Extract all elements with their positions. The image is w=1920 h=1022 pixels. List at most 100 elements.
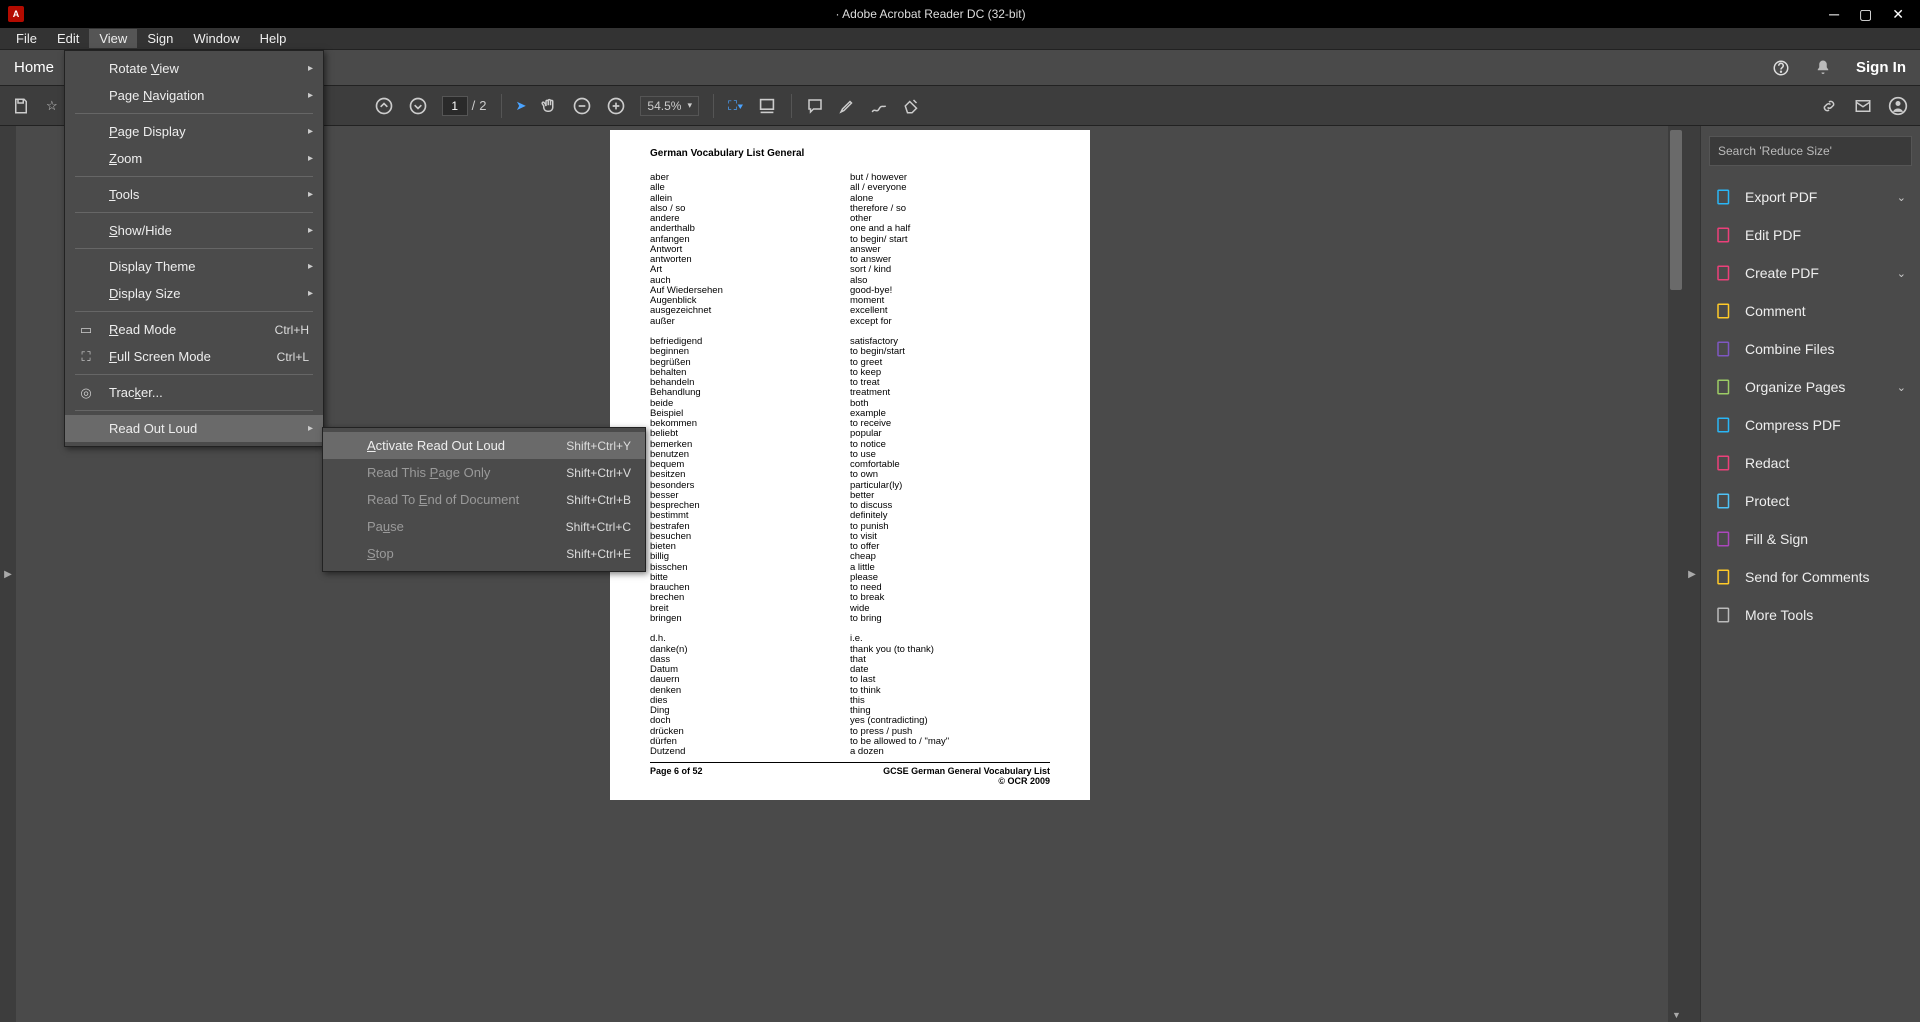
page-up-icon[interactable]	[374, 96, 394, 116]
menu-sign[interactable]: Sign	[137, 29, 183, 48]
page-total: 2	[479, 98, 486, 113]
submenu-to-end[interactable]: Read To End of DocumentShift+Ctrl+B	[323, 486, 645, 513]
rpanel-item[interactable]: Create PDF⌄	[1709, 254, 1912, 292]
vertical-scrollbar[interactable]: ▲ ▼	[1668, 126, 1684, 1022]
vocab-term: to offer	[850, 542, 1050, 552]
chevron-right-icon: ▶	[4, 569, 12, 580]
rpanel-item[interactable]: Combine Files	[1709, 330, 1912, 368]
page-sep: /	[472, 98, 476, 113]
rpanel-item[interactable]: Compress PDF	[1709, 406, 1912, 444]
vocab-term: Behandlung	[650, 388, 850, 398]
rpanel-item-label: Export PDF	[1745, 189, 1817, 205]
help-icon[interactable]	[1772, 59, 1790, 77]
left-pane-toggle[interactable]: ▶	[0, 126, 16, 1022]
menu-window[interactable]: Window	[183, 29, 249, 48]
separator	[791, 94, 792, 118]
rpanel-item[interactable]: Edit PDF	[1709, 216, 1912, 254]
vocab-term: particular(ly)	[850, 481, 1050, 491]
menu-view[interactable]: View	[89, 29, 137, 48]
vocab-term: to begin/start	[850, 347, 1050, 357]
tool-icon	[1715, 454, 1733, 472]
menu-display-theme[interactable]: Display Theme▸	[65, 253, 323, 280]
menu-display-size[interactable]: Display Size▸	[65, 280, 323, 307]
page-down-icon[interactable]	[408, 96, 428, 116]
vocab-term: to punish	[850, 522, 1050, 532]
right-pane-toggle[interactable]: ▶	[1684, 126, 1700, 1022]
hand-icon[interactable]	[540, 97, 558, 115]
vocab-term: cheap	[850, 552, 1050, 562]
fit-width-icon[interactable]: ⛶▾	[728, 98, 743, 114]
account-icon[interactable]	[1888, 96, 1908, 116]
rpanel-item[interactable]: Protect	[1709, 482, 1912, 520]
rpanel-item[interactable]: Redact	[1709, 444, 1912, 482]
draw-icon[interactable]	[870, 97, 888, 115]
doc-heading: German Vocabulary List General	[650, 148, 1050, 159]
menu-rotate-view[interactable]: Rotate View▸	[65, 55, 323, 82]
submenu-this-page[interactable]: Read This Page OnlyShift+Ctrl+V	[323, 459, 645, 486]
zoom-in-icon[interactable]	[606, 96, 626, 116]
rpanel-item-label: Redact	[1745, 455, 1789, 471]
vocab-term: bisschen	[650, 563, 850, 573]
vocab-term: to think	[850, 686, 1050, 696]
sign-in-button[interactable]: Sign In	[1856, 59, 1906, 76]
vocab-term: besuchen	[650, 532, 850, 542]
vocab-term: yes (contradicting)	[850, 716, 1050, 726]
vocab-term: bieten	[650, 542, 850, 552]
page-current-input[interactable]	[442, 96, 468, 116]
page-footer: Page 6 of 52 GCSE German General Vocabul…	[650, 762, 1050, 786]
vocab-term: to bring	[850, 614, 1050, 624]
link-icon[interactable]	[1820, 97, 1838, 115]
bell-icon[interactable]	[1814, 59, 1832, 77]
highlight-icon[interactable]	[838, 97, 856, 115]
erase-icon[interactable]	[902, 97, 922, 115]
menu-tracker[interactable]: ◎Tracker...	[65, 379, 323, 406]
vocab-term: drücken	[650, 727, 850, 737]
tool-icon	[1715, 340, 1733, 358]
fit-page-icon[interactable]	[757, 98, 777, 114]
menu-help[interactable]: Help	[250, 29, 297, 48]
menu-show-hide[interactable]: Show/Hide▸	[65, 217, 323, 244]
rpanel-item[interactable]: More Tools	[1709, 596, 1912, 634]
vocab-term: Ding	[650, 706, 850, 716]
menu-read-out-loud[interactable]: Read Out Loud▸	[65, 415, 323, 442]
mail-icon[interactable]	[1854, 97, 1872, 115]
rpanel-item[interactable]: Send for Comments	[1709, 558, 1912, 596]
submenu-stop[interactable]: StopShift+Ctrl+E	[323, 540, 645, 567]
tool-icon	[1715, 378, 1733, 396]
rpanel-item[interactable]: Comment	[1709, 292, 1912, 330]
comment-icon[interactable]	[806, 97, 824, 115]
page-indicator: / 2	[442, 96, 487, 116]
rpanel-item[interactable]: Organize Pages⌄	[1709, 368, 1912, 406]
submenu-pause[interactable]: PauseShift+Ctrl+C	[323, 513, 645, 540]
vocab-term: alle	[650, 183, 850, 193]
vocab-term: to keep	[850, 368, 1050, 378]
zoom-dropdown[interactable]: 54.5%▾	[640, 96, 699, 116]
maximize-button[interactable]: ▢	[1859, 6, 1872, 23]
submenu-activate[interactable]: Activate Read Out LoudShift+Ctrl+Y	[323, 432, 645, 459]
tracker-icon: ◎	[77, 385, 95, 401]
menu-tools[interactable]: Tools▸	[65, 181, 323, 208]
scroll-thumb[interactable]	[1670, 130, 1682, 290]
menu-page-navigation[interactable]: Page Navigation▸	[65, 82, 323, 109]
star-icon[interactable]: ☆	[46, 98, 58, 114]
menu-page-display[interactable]: Page Display▸	[65, 118, 323, 145]
menu-file[interactable]: File	[6, 29, 47, 48]
minimize-button[interactable]: ─	[1829, 6, 1839, 23]
menu-edit[interactable]: Edit	[47, 29, 89, 48]
menu-zoom[interactable]: Zoom▸	[65, 145, 323, 172]
close-button[interactable]: ✕	[1892, 6, 1904, 23]
menu-full-screen[interactable]: ⛶Full Screen ModeCtrl+L	[65, 343, 323, 370]
rpanel-item[interactable]: Export PDF⌄	[1709, 178, 1912, 216]
vocab-term: to visit	[850, 532, 1050, 542]
home-tab[interactable]: Home	[14, 59, 54, 76]
vocab-term: to notice	[850, 440, 1050, 450]
vocab-term: besitzen	[650, 470, 850, 480]
pointer-icon[interactable]: ➤	[516, 98, 527, 114]
rpanel-item[interactable]: Fill & Sign	[1709, 520, 1912, 558]
menu-read-mode[interactable]: ▭Read ModeCtrl+H	[65, 316, 323, 343]
zoom-out-icon[interactable]	[572, 96, 592, 116]
rpanel-item-label: Edit PDF	[1745, 227, 1801, 243]
scroll-down-arrow[interactable]: ▼	[1672, 1010, 1681, 1020]
search-tools-input[interactable]: Search 'Reduce Size'	[1709, 136, 1912, 166]
save-icon[interactable]	[12, 97, 30, 115]
